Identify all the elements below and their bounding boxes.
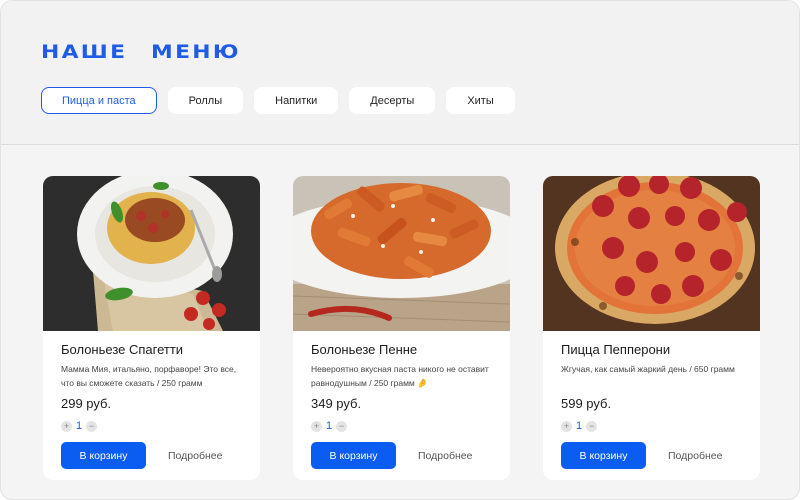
card-actions: В корзину Подробнее — [61, 442, 251, 469]
product-price: 349 руб. — [311, 396, 362, 411]
product-price: 299 руб. — [61, 396, 112, 411]
product-description: Мамма Мия, итальяно, порфаворе! Это все,… — [61, 364, 237, 388]
menu-window: НАШЕ МЕНЮ Пицца и паста Роллы Напитки Де… — [0, 0, 800, 500]
tab-rolls[interactable]: Роллы — [167, 87, 244, 114]
menu-header: НАШЕ МЕНЮ Пицца и паста Роллы Напитки Де… — [1, 1, 799, 145]
product-info: Пицца Пепперони Жгучая, как самый жаркий… — [561, 342, 751, 469]
product-description: Невероятно вкусная паста никого не остав… — [311, 364, 489, 388]
product-card-penne: Болоньезе Пенне Невероятно вкусная паста… — [293, 176, 510, 480]
details-link[interactable]: Подробнее — [418, 450, 472, 462]
plus-icon[interactable]: + — [311, 420, 322, 432]
penne-photo — [293, 176, 510, 331]
product-description: Жгучая, как самый жаркий день / 650 грам… — [561, 364, 735, 374]
product-price: 599 руб. — [561, 396, 612, 411]
category-tabs: Пицца и паста Роллы Напитки Десерты Хиты — [41, 87, 515, 114]
quantity-stepper: + 1 − — [311, 419, 501, 433]
product-info: Болоньезе Спагетти Мамма Мия, итальяно, … — [61, 342, 251, 469]
product-grid: Болоньезе Спагетти Мамма Мия, итальяно, … — [1, 146, 799, 499]
product-title: Болоньезе Спагетти — [61, 342, 184, 357]
tab-pizza-pasta[interactable]: Пицца и паста — [41, 87, 157, 114]
quantity-value: 1 — [576, 420, 583, 432]
add-to-cart-button[interactable]: В корзину — [561, 442, 646, 469]
minus-icon[interactable]: − — [86, 420, 98, 432]
add-to-cart-button[interactable]: В корзину — [61, 442, 146, 469]
page-title: НАШЕ МЕНЮ — [41, 41, 241, 63]
details-link[interactable]: Подробнее — [168, 450, 222, 462]
card-actions: В корзину Подробнее — [561, 442, 751, 469]
quantity-stepper: + 1 − — [561, 419, 751, 433]
product-card-pepperoni: Пицца Пепперони Жгучая, как самый жаркий… — [543, 176, 760, 480]
minus-icon[interactable]: − — [586, 420, 598, 432]
details-link[interactable]: Подробнее — [668, 450, 722, 462]
plus-icon[interactable]: + — [61, 420, 72, 432]
quantity-value: 1 — [326, 420, 333, 432]
minus-icon[interactable]: − — [336, 420, 348, 432]
add-to-cart-button[interactable]: В корзину — [311, 442, 396, 469]
product-title: Болоньезе Пенне — [311, 342, 418, 357]
tab-drinks[interactable]: Напитки — [254, 87, 339, 114]
card-actions: В корзину Подробнее — [311, 442, 501, 469]
plus-icon[interactable]: + — [561, 420, 572, 432]
product-card-spaghetti: Болоньезе Спагетти Мамма Мия, итальяно, … — [43, 176, 260, 480]
product-image-penne[interactable] — [293, 176, 510, 331]
product-image-pepperoni[interactable] — [543, 176, 760, 331]
quantity-stepper: + 1 − — [61, 419, 251, 433]
product-title: Пицца Пепперони — [561, 342, 671, 357]
product-image-spaghetti[interactable] — [43, 176, 260, 331]
quantity-value: 1 — [76, 420, 83, 432]
tab-hits[interactable]: Хиты — [446, 87, 515, 114]
spaghetti-photo — [43, 176, 260, 331]
pizza-photo — [543, 176, 760, 331]
product-info: Болоньезе Пенне Невероятно вкусная паста… — [311, 342, 501, 469]
tab-desserts[interactable]: Десерты — [349, 87, 436, 114]
